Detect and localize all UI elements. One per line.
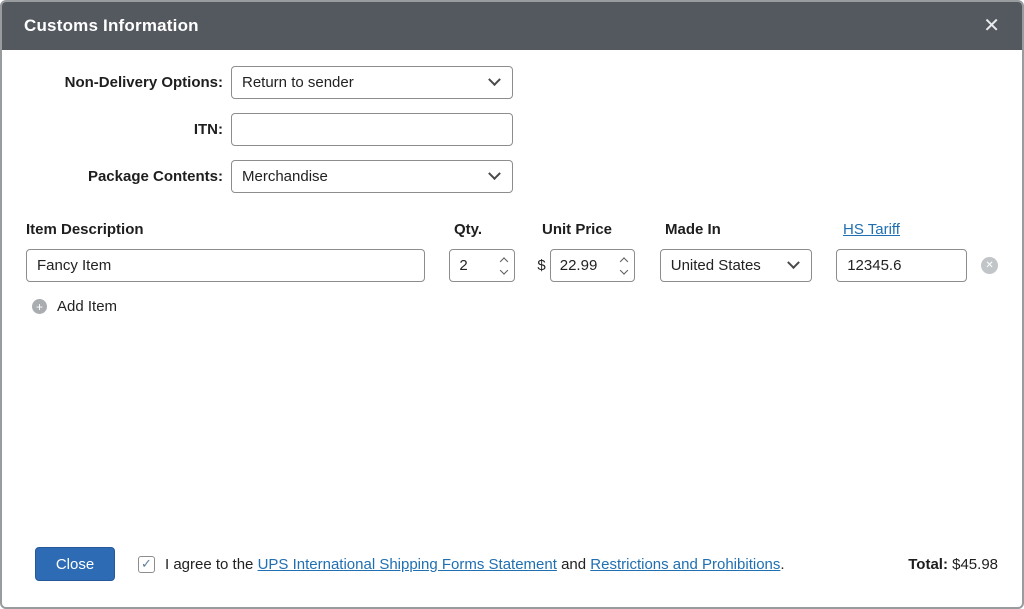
unit-price-value: 22.99 — [560, 257, 598, 274]
item-description-input[interactable] — [26, 249, 425, 282]
package-contents-select[interactable]: Merchandise — [231, 160, 513, 193]
non-delivery-options-select[interactable]: Return to sender — [231, 66, 513, 99]
itn-label: ITN: — [26, 121, 223, 138]
restrictions-prohibitions-link[interactable]: Restrictions and Prohibitions — [590, 556, 780, 573]
non-delivery-options-row: Non-Delivery Options: Return to sender — [26, 66, 998, 99]
total-value: $45.98 — [948, 556, 998, 573]
stepper-arrows-icon[interactable] — [621, 258, 627, 273]
close-icon[interactable]: ✕ — [983, 16, 1000, 36]
qty-stepper[interactable]: 2 — [449, 249, 515, 282]
chevron-down-icon — [488, 73, 501, 86]
package-contents-value: Merchandise — [242, 168, 328, 185]
add-item-button[interactable]: + Add Item — [32, 298, 998, 315]
customs-information-dialog: Customs Information ✕ Non-Delivery Optio… — [0, 0, 1024, 609]
agreement-prefix: I agree to the — [165, 556, 258, 573]
dialog-footer: Close ✓ I agree to the UPS International… — [2, 547, 1022, 607]
package-contents-label: Package Contents: — [26, 168, 223, 185]
agreement-section: ✓ I agree to the UPS International Shipp… — [138, 556, 785, 573]
chevron-down-icon — [787, 256, 800, 269]
dialog-title: Customs Information — [24, 16, 199, 36]
stepper-arrows-icon[interactable] — [501, 258, 507, 273]
dialog-body: Non-Delivery Options: Return to sender I… — [2, 50, 1022, 547]
add-item-label: Add Item — [57, 298, 117, 315]
column-header-item-description: Item Description — [26, 221, 430, 238]
total-label: Total: — [908, 556, 948, 573]
column-header-unit-price: Unit Price — [542, 221, 640, 238]
dialog-header: Customs Information ✕ — [2, 2, 1022, 50]
made-in-select[interactable]: United States — [660, 249, 812, 282]
shipping-forms-statement-link[interactable]: UPS International Shipping Forms Stateme… — [258, 556, 557, 573]
itn-input[interactable] — [231, 113, 513, 146]
column-header-qty: Qty. — [454, 221, 520, 238]
agreement-text: I agree to the UPS International Shippin… — [165, 556, 785, 573]
item-list-header: Item Description Qty. Unit Price Made In… — [26, 221, 998, 238]
agree-checkbox[interactable]: ✓ — [138, 556, 155, 573]
unit-price-stepper[interactable]: 22.99 — [550, 249, 635, 282]
remove-item-icon[interactable]: ✕ — [981, 257, 998, 274]
item-row: 2 $ 22.99 United States ✕ — [26, 249, 998, 282]
item-list: Item Description Qty. Unit Price Made In… — [26, 221, 998, 315]
non-delivery-options-value: Return to sender — [242, 74, 354, 91]
currency-symbol: $ — [537, 257, 545, 274]
total-amount: Total: $45.98 — [908, 556, 998, 573]
column-header-made-in: Made In — [665, 221, 819, 238]
made-in-value: United States — [671, 257, 761, 274]
hs-tariff-link[interactable]: HS Tariff — [843, 221, 974, 238]
agreement-suffix: . — [780, 556, 784, 573]
package-contents-row: Package Contents: Merchandise — [26, 160, 998, 193]
chevron-down-icon — [488, 167, 501, 180]
close-button[interactable]: Close — [35, 547, 115, 581]
plus-icon: + — [32, 299, 47, 314]
non-delivery-options-label: Non-Delivery Options: — [26, 74, 223, 91]
unit-price-cell: $ 22.99 — [537, 249, 634, 282]
hs-tariff-input[interactable] — [836, 249, 967, 282]
agreement-middle: and — [557, 556, 590, 573]
qty-value: 2 — [459, 257, 467, 274]
itn-row: ITN: — [26, 113, 998, 146]
